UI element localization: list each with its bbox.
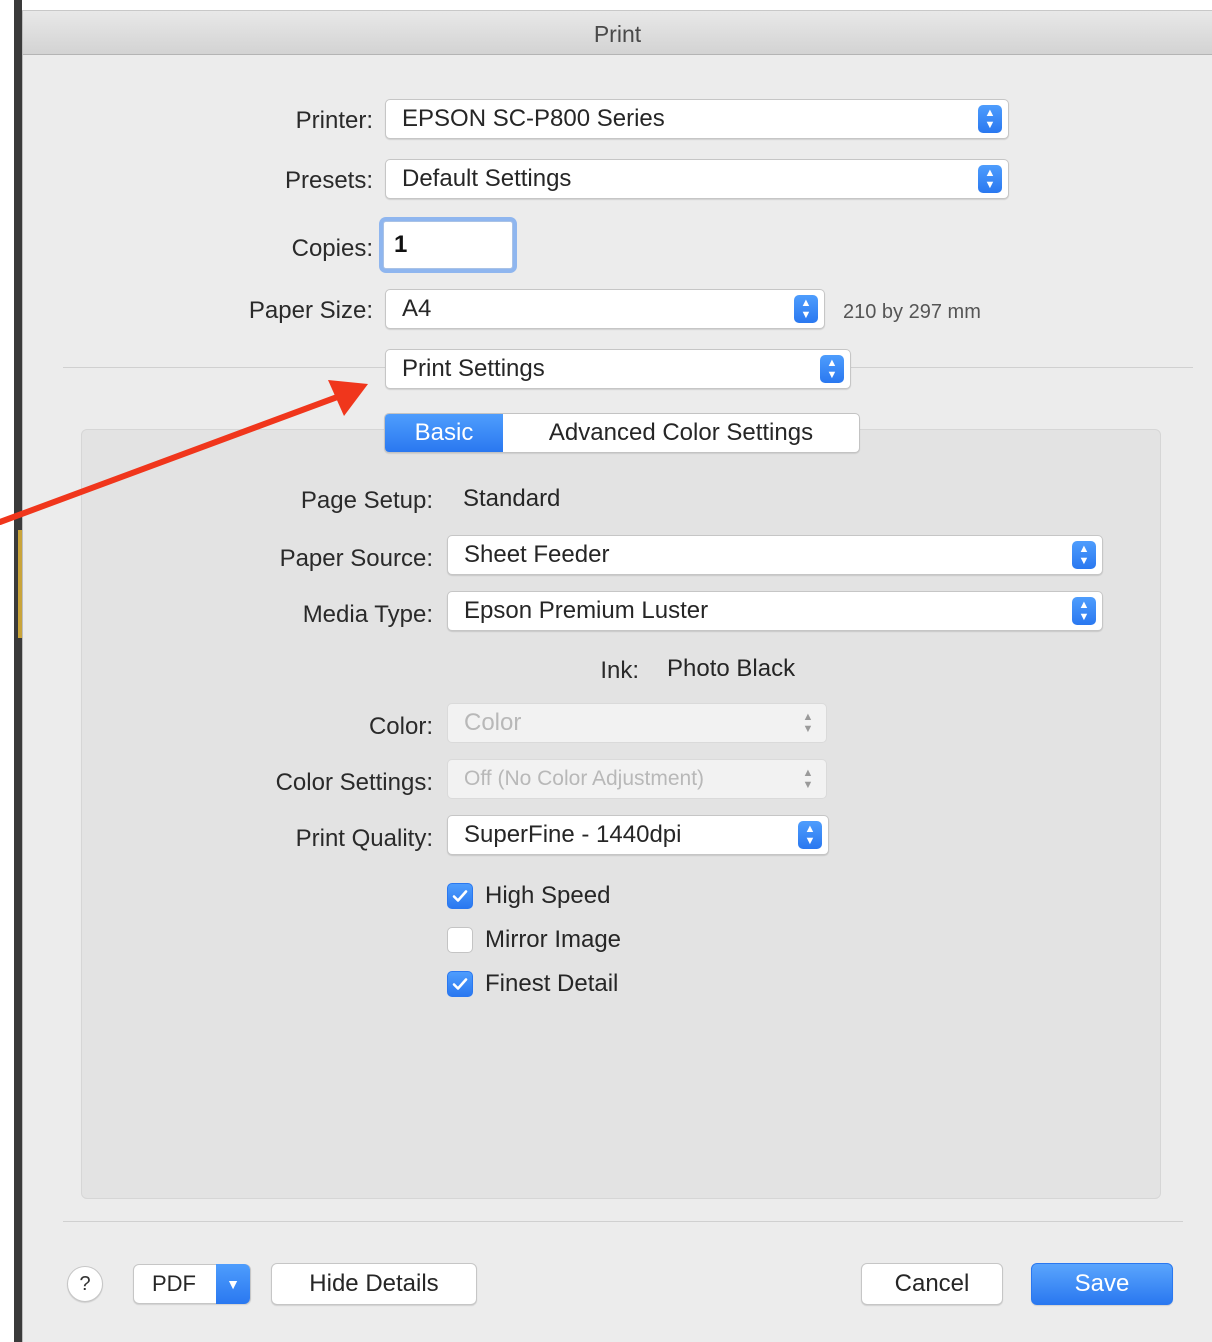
print-quality-label: Print Quality: — [295, 825, 433, 852]
media-type-value: Epson Premium Luster — [464, 597, 709, 624]
save-button[interactable]: Save — [1031, 1263, 1173, 1305]
presets-label: Presets: — [284, 167, 373, 194]
paper-size-value: A4 — [402, 295, 432, 322]
up-down-chevron-icon: ▲ ▼ — [820, 355, 844, 383]
printer-popup[interactable]: EPSON SC-P800 Series ▲ ▼ — [385, 99, 1009, 139]
window-title: Print — [593, 21, 642, 47]
up-down-chevron-icon: ▲ ▼ — [802, 711, 814, 735]
paper-size-popup[interactable]: A4 ▲ ▼ — [385, 289, 825, 329]
checkbox-empty-icon — [447, 927, 473, 953]
tab-bar: Basic Advanced Color Settings — [384, 413, 860, 453]
presets-popup[interactable]: Default Settings ▲ ▼ — [385, 159, 1009, 199]
print-dialog: Print Printer: EPSON SC-P800 Series ▲ ▼ P… — [22, 10, 1212, 1342]
up-down-chevron-icon: ▲ ▼ — [1072, 597, 1096, 625]
page-setup-label: Page Setup: — [300, 487, 433, 514]
copies-field[interactable]: 1 — [383, 221, 513, 269]
up-down-chevron-icon: ▲ ▼ — [1072, 541, 1096, 569]
paper-source-value: Sheet Feeder — [464, 541, 610, 568]
paper-size-label: Paper Size: — [248, 297, 373, 324]
finest-detail-label: Finest Detail — [485, 970, 619, 997]
pdf-menu-button[interactable]: PDF ▼ — [133, 1264, 251, 1304]
color-popup[interactable]: Color ▲ ▼ — [447, 703, 827, 743]
high-speed-label: High Speed — [485, 882, 611, 909]
section-popup-value: Print Settings — [402, 355, 545, 382]
page-setup-value: Standard — [463, 485, 561, 512]
up-down-chevron-icon: ▲ ▼ — [978, 165, 1002, 193]
section-popup[interactable]: Print Settings ▲ ▼ — [385, 349, 851, 389]
presets-value: Default Settings — [402, 165, 572, 192]
print-quality-popup[interactable]: SuperFine - 1440dpi ▲ ▼ — [447, 815, 829, 855]
copies-label: Copies: — [291, 235, 373, 262]
paper-source-label: Paper Source: — [279, 545, 433, 572]
background-window-edge — [0, 0, 22, 1342]
footer-divider — [63, 1221, 1183, 1222]
up-down-chevron-icon: ▲ ▼ — [798, 821, 822, 849]
paper-source-popup[interactable]: Sheet Feeder ▲ ▼ — [447, 535, 1103, 575]
printer-value: EPSON SC-P800 Series — [402, 105, 665, 132]
paper-size-dimensions: 210 by 297 mm — [843, 301, 981, 323]
color-label: Color: — [368, 713, 433, 740]
mirror-image-label: Mirror Image — [485, 926, 622, 953]
media-type-label: Media Type: — [302, 601, 433, 628]
up-down-chevron-icon: ▲ ▼ — [794, 295, 818, 323]
checkmark-icon — [447, 883, 473, 909]
color-settings-label: Color Settings: — [275, 769, 433, 796]
pdf-label: PDF — [152, 1271, 196, 1296]
print-quality-value: SuperFine - 1440dpi — [464, 821, 682, 848]
ink-value: Photo Black — [667, 655, 796, 682]
hide-details-button[interactable]: Hide Details — [271, 1263, 477, 1305]
up-down-chevron-icon: ▲ ▼ — [978, 105, 1002, 133]
printer-label: Printer: — [295, 107, 373, 134]
checkmark-icon — [447, 971, 473, 997]
title-bar[interactable]: Print — [23, 11, 1212, 55]
cancel-button[interactable]: Cancel — [861, 1263, 1003, 1305]
color-value: Color — [464, 709, 522, 736]
ink-label: Ink: — [600, 657, 639, 684]
color-settings-popup[interactable]: Off (No Color Adjustment) ▲ ▼ — [447, 759, 827, 799]
tab-basic[interactable]: Basic — [385, 414, 503, 452]
tab-advanced-color-settings[interactable]: Advanced Color Settings — [503, 414, 859, 452]
chevron-down-icon: ▼ — [216, 1264, 250, 1304]
color-settings-value: Off (No Color Adjustment) — [464, 767, 705, 790]
up-down-chevron-icon: ▲ ▼ — [802, 767, 814, 791]
help-button[interactable]: ? — [67, 1266, 103, 1302]
background-window-strip — [14, 0, 22, 1342]
media-type-popup[interactable]: Epson Premium Luster ▲ ▼ — [447, 591, 1103, 631]
